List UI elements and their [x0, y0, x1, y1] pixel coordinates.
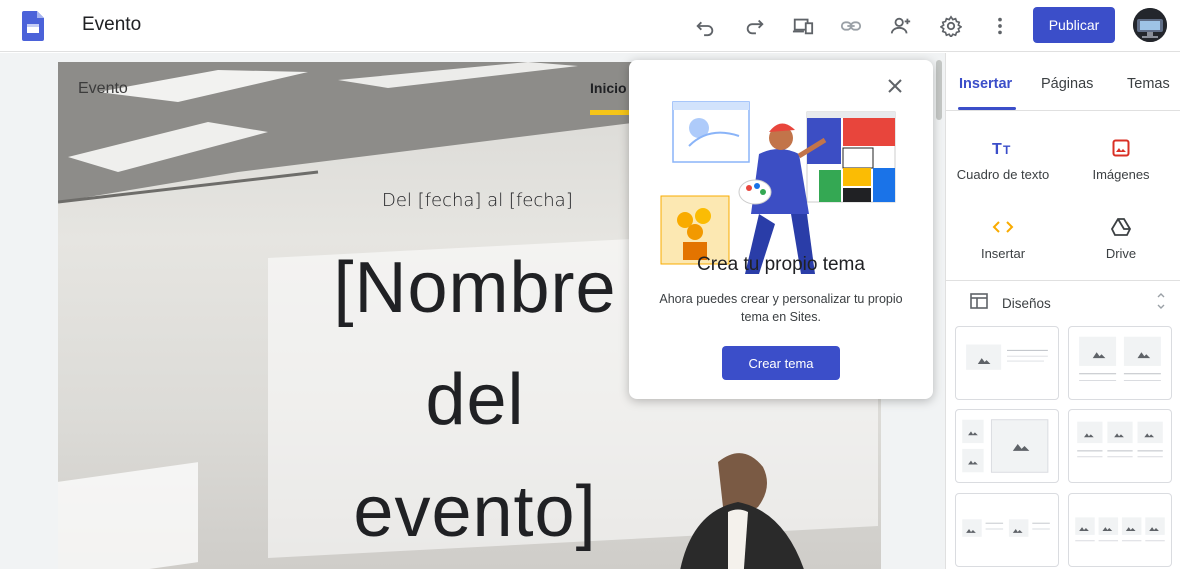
avatar[interactable]: [1133, 8, 1167, 42]
right-panel: Insertar Páginas Temas TT Cuadro de text…: [945, 53, 1180, 569]
create-theme-popup: Crea tu propio tema Ahora puedes crear y…: [629, 60, 933, 399]
event-date-text[interactable]: Del [fecha] al [fecha]: [382, 190, 573, 211]
popup-title: Crea tu propio tema: [697, 254, 865, 275]
insert-text-box-button[interactable]: TT Cuadro de texto: [948, 137, 1058, 182]
preview-devices-icon[interactable]: [790, 13, 816, 39]
insert-images-button[interactable]: Imágenes: [1066, 137, 1176, 182]
undo-icon[interactable]: [692, 13, 718, 39]
drive-icon: [1066, 216, 1176, 238]
tool-label: Drive: [1105, 246, 1137, 261]
flipchart-graphic: [58, 462, 198, 569]
create-theme-button[interactable]: Crear tema: [722, 346, 840, 380]
top-bar: Evento Publicar: [0, 0, 1180, 52]
share-person-add-icon[interactable]: [888, 13, 914, 39]
popup-description: Ahora puedes crear y personalizar tu pro…: [659, 292, 903, 324]
layout-option[interactable]: [955, 326, 1059, 400]
more-vert-icon[interactable]: [987, 13, 1013, 39]
svg-text:T: T: [1003, 143, 1011, 157]
layout-option[interactable]: [1068, 326, 1172, 400]
text-box-icon: TT: [948, 137, 1058, 159]
svg-text:T: T: [992, 141, 1002, 157]
redo-icon[interactable]: [742, 13, 768, 39]
layout-option[interactable]: [1068, 409, 1172, 483]
tool-label: Imágenes: [1092, 167, 1150, 182]
event-title-line: [Nombre: [333, 248, 617, 328]
panel-tabs: Insertar Páginas Temas: [946, 53, 1180, 111]
tab-paginas[interactable]: Páginas: [1041, 76, 1093, 92]
tool-label: Cuadro de texto: [956, 167, 1050, 182]
panel-divider: [946, 280, 1180, 281]
layout-option[interactable]: [955, 493, 1059, 567]
artist-painting-illustration: [660, 101, 896, 274]
tab-temas[interactable]: Temas: [1127, 76, 1170, 92]
layouts-icon: [970, 292, 988, 314]
event-title-line: del: [425, 360, 525, 440]
designs-label: Diseños: [1002, 295, 1051, 311]
active-tab-indicator: [958, 107, 1016, 110]
event-title[interactable]: [Nombre del evento]: [310, 232, 640, 568]
image-icon: [1066, 137, 1176, 159]
canvas-scrollbar[interactable]: [936, 60, 942, 120]
event-title-line: evento]: [353, 472, 597, 552]
insert-embed-button[interactable]: Insertar: [948, 216, 1058, 261]
close-icon[interactable]: [883, 74, 907, 98]
embed-code-icon: [948, 216, 1058, 238]
insert-drive-button[interactable]: Drive: [1066, 216, 1176, 261]
publish-button[interactable]: Publicar: [1033, 7, 1115, 43]
nav-active-indicator: [590, 110, 630, 115]
collapse-icon[interactable]: [1154, 293, 1168, 309]
site-title[interactable]: Evento: [82, 14, 141, 36]
tool-label: Insertar: [980, 246, 1026, 261]
site-name-header[interactable]: Evento: [78, 80, 128, 98]
layout-option[interactable]: [1068, 493, 1172, 567]
tab-insertar[interactable]: Insertar: [959, 76, 1012, 92]
sites-logo-icon[interactable]: [22, 11, 44, 41]
designs-section-header[interactable]: Diseños: [970, 292, 1051, 314]
layout-option[interactable]: [955, 409, 1059, 483]
nav-item-inicio[interactable]: Inicio: [590, 80, 627, 96]
link-icon[interactable]: [838, 13, 864, 39]
presenter-graphic: [680, 453, 804, 569]
settings-gear-icon[interactable]: [938, 13, 964, 39]
